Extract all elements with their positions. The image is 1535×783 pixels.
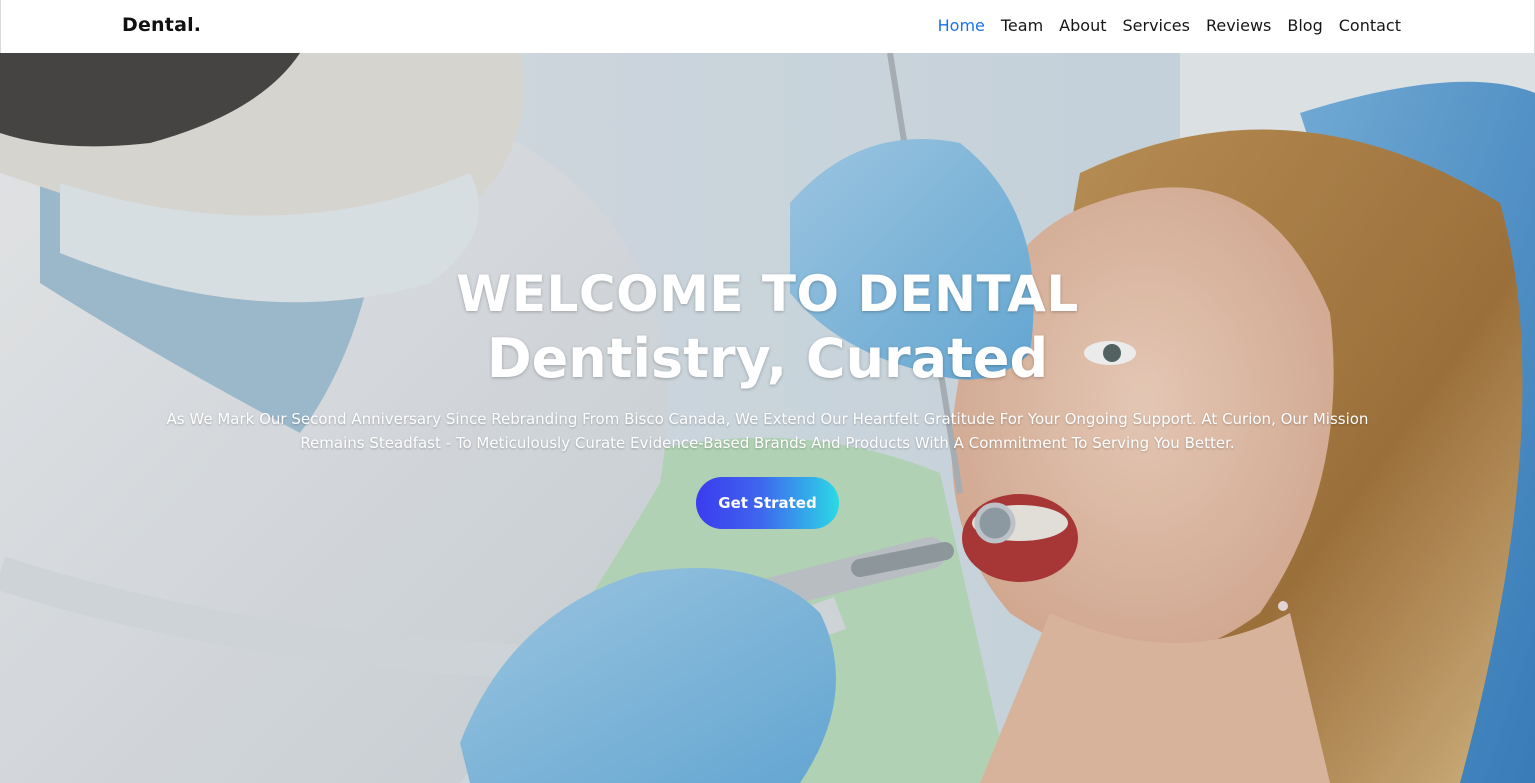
get-started-button[interactable]: Get Strated [696,477,839,529]
nav-contact[interactable]: Contact [1331,15,1409,37]
hero-section: WELCOME TO DENTAL Dentistry, Curated As … [0,53,1535,783]
nav-home[interactable]: Home [930,15,993,37]
nav-reviews[interactable]: Reviews [1198,15,1279,37]
page: Dental. Home Team About Services Reviews… [0,0,1535,783]
hero-description: As We Mark Our Second Anniversary Since … [166,410,1369,452]
nav-services[interactable]: Services [1114,15,1197,37]
navbar: Dental. Home Team About Services Reviews… [0,0,1535,53]
nav-blog[interactable]: Blog [1279,15,1330,37]
hero-subtitle: Dentistry, Curated [486,327,1049,390]
hero-title: WELCOME TO DENTAL [456,265,1079,323]
main-nav: Home Team About Services Reviews Blog Co… [930,15,1409,37]
hero-content: WELCOME TO DENTAL Dentistry, Curated As … [0,263,1535,529]
nav-team[interactable]: Team [993,15,1051,37]
brand-logo[interactable]: Dental. [122,14,201,36]
nav-about[interactable]: About [1051,15,1114,37]
